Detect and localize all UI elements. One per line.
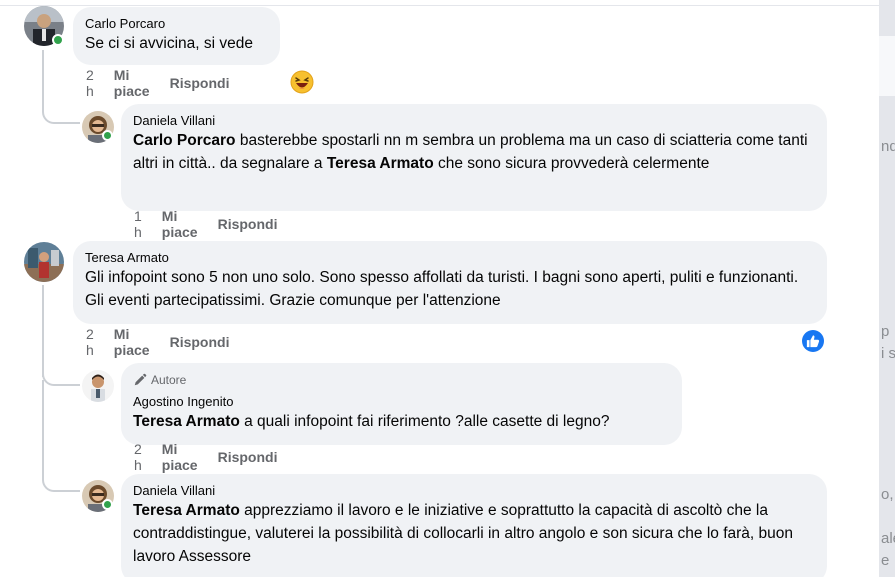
mention-link[interactable]: Teresa Armato <box>133 502 240 519</box>
online-status-dot <box>102 499 113 510</box>
pen-icon <box>134 373 147 386</box>
author-badge-label: Autore <box>151 373 187 387</box>
like-button[interactable]: Mi piace <box>114 326 150 358</box>
comments-dialog: Carlo Porcaro Se ci si avvicina, si vede… <box>0 0 879 577</box>
comment-actions: 2 h Mi piace Rispondi <box>134 441 297 473</box>
comment-bubble: Daniela Villani Carlo Porcaro basterebbe… <box>121 104 827 211</box>
like-button[interactable]: Mi piace <box>162 441 198 473</box>
comment-author[interactable]: Carlo Porcaro <box>85 15 268 32</box>
comment-text: Gli infopoint sono 5 non uno solo. Sono … <box>85 269 799 309</box>
background-text: e <box>881 552 890 569</box>
author-badge: Autore <box>133 371 670 389</box>
background-text: o, <box>881 486 894 503</box>
comment-text: Se ci si avvicina, si vede <box>85 35 253 52</box>
background-text: p <box>881 323 890 340</box>
online-status-dot <box>52 34 64 46</box>
reply-button[interactable]: Rispondi <box>218 449 278 465</box>
comment-timestamp[interactable]: 2 h <box>86 67 94 99</box>
online-status-dot <box>102 130 113 141</box>
comment-timestamp[interactable]: 2 h <box>86 326 94 358</box>
comment-author[interactable]: Teresa Armato <box>85 249 815 266</box>
comment-text-part: che sono sicura provvederà celermente <box>433 155 710 172</box>
mention-link[interactable]: Teresa Armato <box>327 155 434 172</box>
background-panel <box>879 36 895 96</box>
comment-text-part: a quali infopoint fai riferimento ?alle … <box>239 413 610 430</box>
comment-text: Carlo Porcaro basterebbe spostarli nn m … <box>133 129 815 175</box>
avatar[interactable] <box>82 370 114 402</box>
comment-bubble: Autore Agostino Ingenito Teresa Armato a… <box>121 363 682 445</box>
comment-bubble: Teresa Armato Gli infopoint sono 5 non u… <box>73 241 827 324</box>
comment-timestamp[interactable]: 2 h <box>134 441 142 473</box>
reply-button[interactable]: Rispondi <box>170 334 230 350</box>
thread-line <box>42 380 44 480</box>
thumbs-up-icon[interactable] <box>802 330 824 352</box>
comment-timestamp[interactable]: 1 h <box>134 208 142 240</box>
thread-line <box>42 285 44 377</box>
background-text: i s <box>881 345 895 362</box>
dialog-top-edge <box>0 0 879 6</box>
reply-button[interactable]: Rispondi <box>218 216 278 232</box>
comment-actions: 2 h Mi piace Rispondi <box>86 67 249 99</box>
background-text: nd <box>881 138 895 155</box>
thread-connector <box>42 110 80 124</box>
like-button[interactable]: Mi piace <box>114 67 150 99</box>
comment-actions: 1 h Mi piace Rispondi <box>134 208 297 240</box>
comment-text: Teresa Armato apprezziamo il lavoro e le… <box>133 499 815 568</box>
comment-actions: 2 h Mi piace Rispondi <box>86 326 249 358</box>
avatar[interactable] <box>24 242 64 282</box>
comment-bubble: Carlo Porcaro Se ci si avvicina, si vede <box>73 7 280 65</box>
laughing-emoji-icon[interactable] <box>290 70 314 94</box>
comment-author[interactable]: Daniela Villani <box>133 112 815 129</box>
thread-connector <box>42 478 80 492</box>
thread-connector <box>42 372 80 386</box>
comment-author[interactable]: Agostino Ingenito <box>133 393 670 410</box>
comment-bubble: Daniela Villani Teresa Armato apprezziam… <box>121 474 827 577</box>
like-button[interactable]: Mi piace <box>162 208 198 240</box>
comment-author[interactable]: Daniela Villani <box>133 482 815 499</box>
comment-text: Teresa Armato a quali infopoint fai rife… <box>133 410 670 433</box>
background-page: nd p i s o, ale e <box>879 0 895 577</box>
reply-button[interactable]: Rispondi <box>170 75 230 91</box>
thread-line <box>42 50 44 112</box>
background-text: ale <box>881 530 895 547</box>
mention-link[interactable]: Carlo Porcaro <box>133 132 236 149</box>
mention-link[interactable]: Teresa Armato <box>133 413 240 430</box>
